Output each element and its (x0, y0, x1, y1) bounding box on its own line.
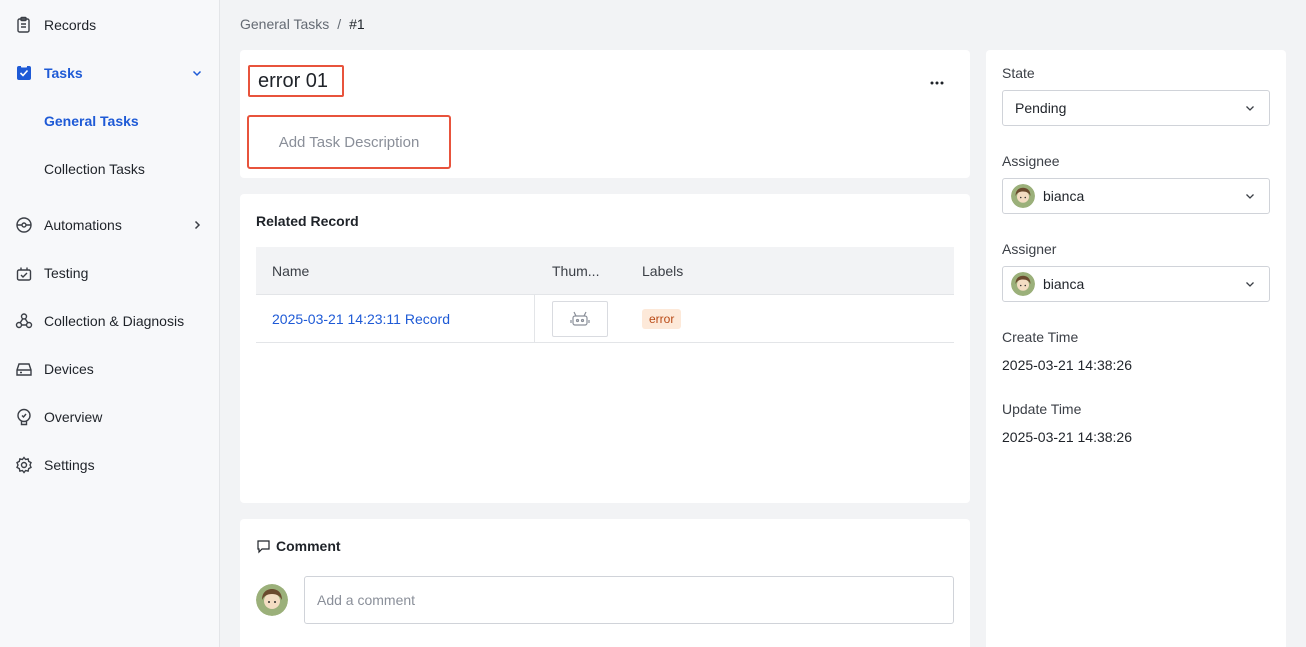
sidebar-item-label: Automations (44, 217, 122, 233)
sidebar-subitem-general-tasks[interactable]: General Tasks (0, 101, 219, 141)
sidebar-item-settings[interactable]: Settings (0, 445, 219, 485)
sidebar-subitem-label: General Tasks (44, 113, 139, 129)
chevron-down-icon (189, 65, 205, 81)
chevron-down-icon (1243, 189, 1257, 203)
sidebar-item-tasks[interactable]: Tasks (0, 53, 219, 93)
column-header-thumbnail: Thum... (552, 263, 600, 279)
table-header: Name Thum... Labels (256, 247, 954, 295)
state-value: Pending (1015, 100, 1067, 116)
sidebar-subitem-collection-tasks[interactable]: Collection Tasks (0, 149, 219, 189)
sidebar-item-label: Settings (44, 457, 95, 473)
task-title-card: error 01 Add Task Description (240, 50, 970, 178)
sidebar: Records Tasks General Tasks Collection T… (0, 0, 220, 647)
assignee-select[interactable]: bianca (1002, 178, 1270, 214)
sidebar-item-overview[interactable]: Overview (0, 397, 219, 437)
collection-diagnosis-icon (14, 311, 34, 331)
gear-icon (14, 455, 34, 475)
update-time-value: 2025-03-21 14:38:26 (1002, 429, 1132, 445)
sidebar-item-records[interactable]: Records (0, 5, 219, 45)
chevron-right-icon (189, 217, 205, 233)
table-row[interactable]: 2025-03-21 14:23:11 Record error (256, 295, 954, 343)
sidebar-item-label: Tasks (44, 65, 83, 81)
sidebar-item-label: Collection & Diagnosis (44, 313, 185, 329)
related-record-table: Name Thum... Labels 2025-03-21 14:23:11 … (256, 247, 954, 343)
task-description-field[interactable]: Add Task Description (247, 115, 451, 169)
devices-icon (14, 359, 34, 379)
breadcrumb-separator: / (337, 16, 342, 32)
assigner-value: bianca (1043, 276, 1085, 292)
create-time-label: Create Time (1002, 329, 1079, 345)
chevron-down-icon (1243, 277, 1257, 291)
testing-icon (14, 263, 34, 283)
task-title[interactable]: error 01 (248, 65, 344, 97)
related-record-card: Related Record Name Thum... Labels 2025-… (240, 194, 970, 503)
create-time-value: 2025-03-21 14:38:26 (1002, 357, 1132, 373)
sidebar-item-label: Records (44, 17, 97, 33)
tasks-icon (14, 63, 34, 83)
sidebar-item-devices[interactable]: Devices (0, 349, 219, 389)
column-divider (534, 295, 535, 342)
sidebar-item-label: Devices (44, 361, 94, 377)
chevron-down-icon (1243, 101, 1257, 115)
comment-heading: Comment (256, 538, 341, 554)
task-details-panel: State Pending Assignee bianca Assigner b… (986, 50, 1286, 647)
sidebar-item-testing[interactable]: Testing (0, 253, 219, 293)
comment-input[interactable] (304, 576, 954, 624)
sidebar-subitem-label: Collection Tasks (44, 161, 145, 177)
more-options-button[interactable] (928, 74, 946, 92)
column-header-labels: Labels (642, 263, 684, 279)
state-select[interactable]: Pending (1002, 90, 1270, 126)
sidebar-item-collection-diagnosis[interactable]: Collection & Diagnosis (0, 301, 219, 341)
breadcrumb-current: #1 (349, 16, 365, 32)
sidebar-item-label: Testing (44, 265, 89, 281)
update-time-label: Update Time (1002, 401, 1082, 417)
breadcrumb: General Tasks / #1 (240, 16, 365, 32)
comment-heading-label: Comment (276, 538, 341, 554)
assigner-select[interactable]: bianca (1002, 266, 1270, 302)
column-header-name: Name (272, 263, 310, 279)
state-label: State (1002, 65, 1035, 81)
overview-icon (14, 407, 34, 427)
automations-icon (14, 215, 34, 235)
comment-card: Comment (240, 519, 970, 647)
sidebar-item-automations[interactable]: Automations (0, 205, 219, 245)
records-icon (14, 15, 34, 35)
sidebar-item-label: Overview (44, 409, 103, 425)
avatar (256, 584, 288, 616)
avatar (1011, 184, 1035, 208)
label-tag: error (642, 308, 682, 329)
avatar (1011, 272, 1035, 296)
assigner-label: Assigner (1002, 241, 1057, 257)
robot-icon (570, 311, 590, 326)
assignee-label: Assignee (1002, 153, 1060, 169)
record-link[interactable]: 2025-03-21 14:23:11 Record (272, 311, 450, 327)
record-thumbnail[interactable] (552, 300, 608, 337)
assignee-value: bianca (1043, 188, 1085, 204)
more-horizontal-icon (930, 81, 944, 85)
breadcrumb-parent[interactable]: General Tasks (240, 16, 329, 32)
comment-icon (257, 539, 270, 553)
related-record-heading: Related Record (256, 213, 359, 229)
